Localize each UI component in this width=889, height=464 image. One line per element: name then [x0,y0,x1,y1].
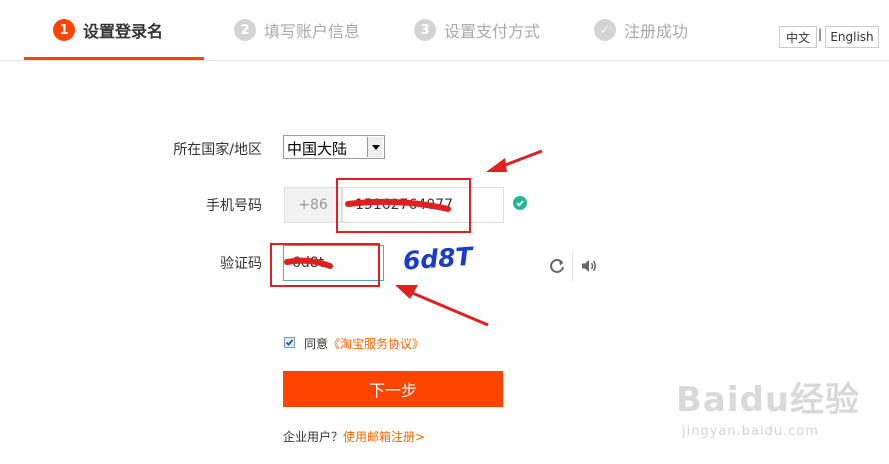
arrow-head-icon [395,285,418,299]
scribble-redaction [284,257,333,269]
baidu-watermark-url: jingyan.baidu.com [682,424,819,439]
scribble-redaction [345,198,451,212]
baidu-watermark: Baidu经验 [676,380,861,420]
annotation-arrow [499,149,543,169]
annotation-arrow [409,290,489,327]
arrow-head-icon [486,158,507,172]
